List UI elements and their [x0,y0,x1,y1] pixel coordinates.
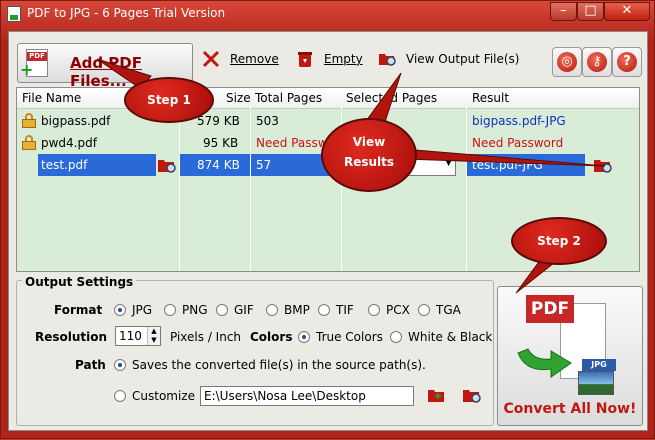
view-output-files-label: View Output File(s) [406,52,520,66]
resolution-label: Resolution [35,330,108,344]
format-pcx-label[interactable]: PCX [386,303,410,317]
format-png-label[interactable]: PNG [182,303,208,317]
format-gif-label[interactable]: GIF [234,303,254,317]
format-tga-label[interactable]: TGA [436,303,461,317]
lock-icon [22,135,36,150]
true-colors-label[interactable]: True Colors [316,330,383,344]
view-results-line1: View [352,135,386,149]
result-cell[interactable]: test.pdf-JPG [472,158,543,172]
window-title: PDF to JPG - 6 Pages Trial Version [27,6,226,20]
column-header-size[interactable]: Size [226,91,251,105]
view-results-line2: Results [343,155,395,169]
total-pages-cell: 57 [256,158,272,172]
step2-callout: Step 2 [511,217,607,265]
help-icon: ? [617,52,637,72]
register-button[interactable]: ⚷ [582,47,612,77]
app-icon [7,6,21,22]
customize-radio[interactable] [114,390,126,402]
resolution-value[interactable]: 110 [119,329,142,343]
format-tga-radio[interactable] [418,304,430,316]
column-header-selected-pages[interactable]: Selected Pages [346,91,437,105]
format-tif-label[interactable]: TIF [336,303,354,317]
format-bmp-radio[interactable] [266,304,278,316]
path-label: Path [75,358,106,372]
website-button[interactable]: ◎ [552,47,582,77]
help-button[interactable]: ? [612,47,642,77]
output-settings-group: Output Settings Format JPG PNG GIF BMP T… [16,275,494,426]
size-cell: 95 KB [203,136,239,150]
format-bmp-label[interactable]: BMP [284,303,310,317]
output-settings-legend: Output Settings [22,275,137,289]
lock-icon [22,113,36,128]
resolution-stepper[interactable]: 110 ▲ ▼ [115,326,161,346]
column-header-total-pages[interactable]: Total Pages [255,91,322,105]
convert-all-now-label: Convert All Now! [503,401,637,417]
photo-icon [578,371,614,395]
format-label: Format [54,303,103,317]
true-colors-radio[interactable] [298,331,310,343]
view-results-callout: View Results [321,118,417,192]
empty-label: Empty [324,52,363,66]
folder-search-icon[interactable] [593,157,613,173]
result-cell: Need Password [472,136,564,150]
total-pages-cell: 503 [256,114,279,128]
remove-x-icon [202,50,220,68]
source-path-radio[interactable] [114,359,126,371]
title-bar[interactable]: PDF to JPG - 6 Pages Trial Version – □ ✕ [1,1,655,27]
white-black-label[interactable]: White & Black [408,330,492,344]
column-header-file-name[interactable]: File Name [22,91,81,105]
chevron-down-icon[interactable]: ▼ [445,158,452,168]
convert-all-now-button[interactable]: PDF JPG Convert All Now! [497,286,643,426]
format-jpg-radio[interactable] [114,304,126,316]
recycle-bin-icon [298,52,312,67]
convert-arrow-icon [517,348,572,378]
customize-label[interactable]: Customize [132,389,195,403]
step1-callout: Step 1 [124,77,214,123]
format-gif-radio[interactable] [216,304,228,316]
format-png-radio[interactable] [164,304,176,316]
output-path-value[interactable]: E:\Users\Nosa Lee\Desktop [204,389,366,403]
folder-search-icon[interactable] [462,387,482,403]
table-row[interactable]: bigpass.pdf 579 KB 503 bigpass.pdf-JPG [17,110,639,132]
file-name-cell: bigpass.pdf [41,114,111,128]
size-cell: 579 KB [197,114,240,128]
source-path-label[interactable]: Saves the converted file(s) in the sourc… [132,358,426,372]
file-name-cell: test.pdf [41,158,88,172]
key-icon: ⚷ [587,52,607,72]
jpg-badge-icon: JPG [582,359,616,371]
resolution-unit-label: Pixels / Inch [170,330,242,344]
output-path-input[interactable]: E:\Users\Nosa Lee\Desktop [200,386,414,406]
plus-icon: + [20,60,34,79]
maximize-button[interactable]: □ [577,2,604,21]
app-window: PDF to JPG - 6 Pages Trial Version – □ ✕… [0,0,655,439]
size-cell: 874 KB [197,158,240,172]
pdf-badge-icon: PDF [526,295,574,323]
result-cell[interactable]: bigpass.pdf-JPG [472,114,566,128]
format-pcx-radio[interactable] [368,304,380,316]
format-tif-radio[interactable] [318,304,330,316]
globe-icon: ◎ [557,52,577,72]
close-button[interactable]: ✕ [604,2,650,21]
file-name-cell: pwd4.pdf [41,136,97,150]
open-folder-icon[interactable] [427,387,447,403]
colors-label: Colors [250,330,293,344]
stepper-arrows-icon[interactable]: ▲ ▼ [147,327,160,345]
minimize-button[interactable]: – [550,2,577,21]
white-black-radio[interactable] [390,331,402,343]
folder-search-icon[interactable] [157,157,177,173]
column-header-result[interactable]: Result [472,91,509,105]
table-header: File Name Size Total Pages Selected Page… [17,88,639,109]
folder-search-icon [379,54,396,66]
format-jpg-label[interactable]: JPG [132,303,152,317]
remove-label: Remove [230,52,279,66]
toolbar: PDF + Add PDF Files... Remove Empty View… [9,32,647,90]
